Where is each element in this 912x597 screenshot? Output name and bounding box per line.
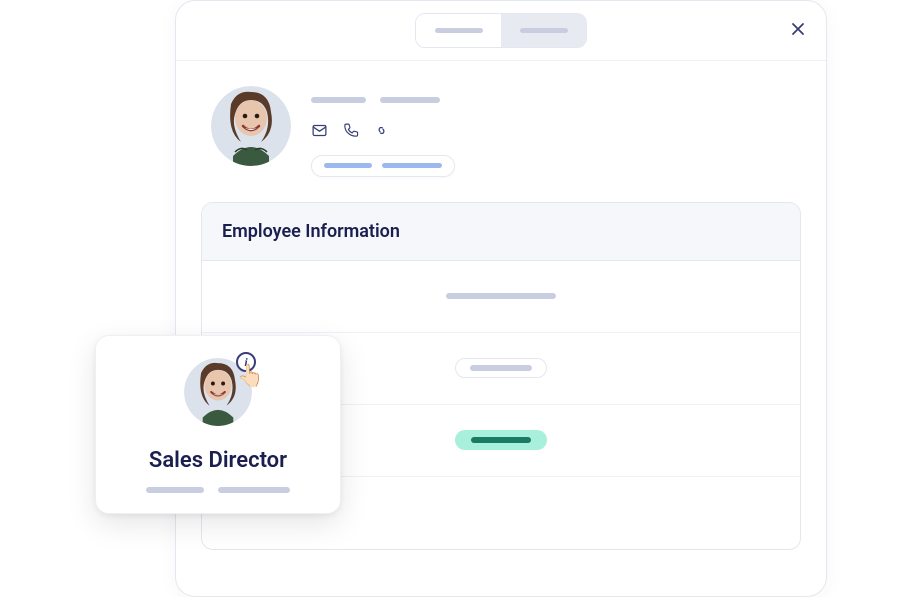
skeleton-line <box>380 97 440 103</box>
skeleton-line <box>146 487 204 493</box>
contact-icons <box>311 122 455 139</box>
email-icon[interactable] <box>311 122 328 139</box>
info-icon[interactable]: i <box>236 352 256 372</box>
status-pill[interactable] <box>455 430 547 450</box>
card-title: Sales Director <box>118 448 318 473</box>
link-icon[interactable] <box>373 122 390 139</box>
skeleton-line <box>520 28 568 33</box>
tab-primary[interactable] <box>416 14 501 47</box>
skeleton-line <box>218 487 290 493</box>
card-avatar-wrap: i 👆🏻 <box>118 358 318 426</box>
tags-pill[interactable] <box>311 155 455 177</box>
skeleton-line <box>435 28 483 33</box>
view-tabs <box>415 13 587 48</box>
card-meta <box>118 487 318 493</box>
section-title: Employee Information <box>222 221 780 242</box>
avatar <box>211 86 291 166</box>
name-placeholder <box>311 88 455 107</box>
skeleton-line <box>311 97 366 103</box>
value-pill[interactable] <box>455 358 547 378</box>
skeleton-line <box>324 163 372 168</box>
skeleton-line <box>470 365 532 371</box>
panel-header <box>176 1 826 61</box>
phone-icon[interactable] <box>342 122 359 139</box>
tab-secondary[interactable] <box>501 14 586 47</box>
skeleton-line <box>446 293 556 299</box>
profile-meta <box>311 86 455 177</box>
profile-header <box>176 61 826 202</box>
close-icon[interactable] <box>790 21 806 41</box>
section-header: Employee Information <box>202 203 800 261</box>
skeleton-line <box>382 163 442 168</box>
skeleton-line <box>471 437 531 443</box>
info-row <box>202 261 800 333</box>
employee-card: i 👆🏻 Sales Director <box>95 335 341 514</box>
